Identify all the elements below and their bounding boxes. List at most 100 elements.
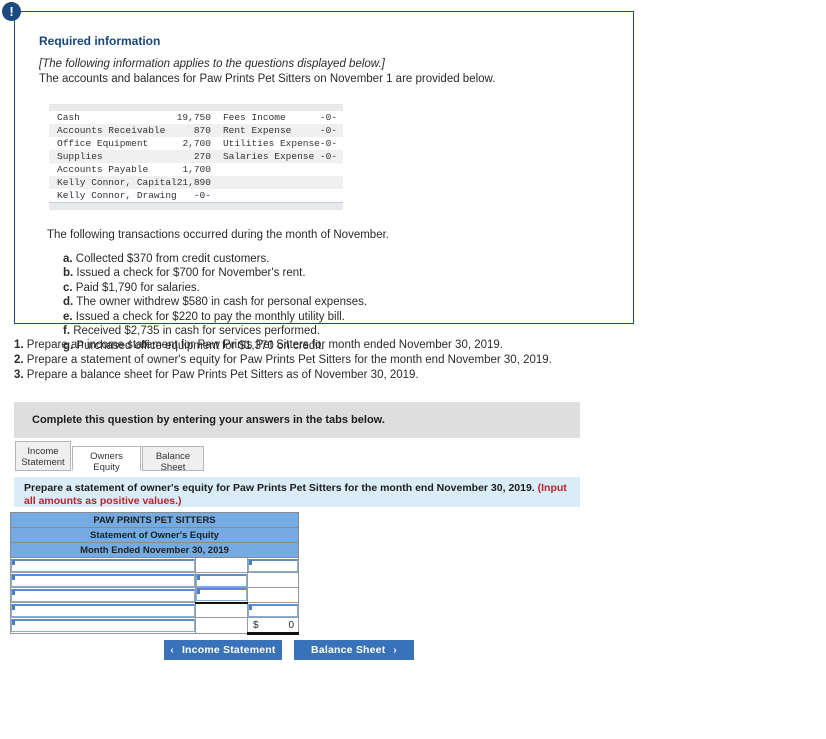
worksheet-title-period: Month Ended November 30, 2019 [10,542,299,558]
worksheet-middle-input[interactable] [196,573,247,587]
account-amount-right: -0- [319,150,343,163]
worksheet-label-input[interactable] [11,603,195,617]
transaction-item: d. The owner withdrew $580 in cash for p… [63,295,615,310]
worksheet-label-input[interactable] [11,619,195,632]
transaction-letter: a. [63,252,73,265]
worksheet-middle-cell [195,617,248,634]
requirement-number: 2. [14,354,24,366]
transaction-letter: e. [63,310,73,323]
account-name: Accounts Receivable [49,124,177,137]
required-information-panel: Required information [The following info… [14,11,634,352]
account-name-right [215,163,320,176]
requirement-number: 1. [14,339,24,351]
worksheet-amount-cell [247,572,299,588]
worksheet-title-statement: Statement of Owner's Equity [10,527,299,543]
transaction-text: Received $2,735 in cash for services per… [70,325,320,337]
requirement-text: Prepare an income statement for Paw Prin… [23,339,504,351]
account-amount: 870 [176,124,215,137]
worksheet-amount-cell [247,602,299,618]
transaction-text: Issued a check for $220 to pay the month… [72,310,345,323]
transactions-intro: The following transactions occurred duri… [47,228,389,241]
tab-owners-equity[interactable]: Owners Equity [72,446,141,473]
accounts-intro: The accounts and balances for Paw Prints… [39,73,496,85]
account-row: Kelly Connor, Drawing -0- [49,189,343,203]
account-row: Cash 19,750 Fees Income -0- [49,111,343,124]
prev-button-label: Income Statement [181,644,276,656]
account-row: Accounts Payable 1,700 [49,163,343,176]
worksheet-row [10,572,299,588]
tab-balance-sheet[interactable]: Balance Sheet [142,446,204,473]
complete-question-banner: Complete this question by entering your … [14,402,580,438]
transaction-item: c. Paid $1,790 for salaries. [63,281,615,296]
requirement-item: 3. Prepare a balance sheet for Paw Print… [14,368,552,383]
account-name-right: Utilities Expense [222,138,320,149]
next-button-label: Balance Sheet [311,644,386,656]
account-row: Kelly Connor, Capital 21,890 [49,176,343,189]
requirement-item: 2. Prepare a statement of owner's equity… [14,353,552,368]
account-amount-right: -0- [319,124,343,137]
transaction-item: f. Received $2,735 in cash for services … [63,324,615,339]
account-name-right: Rent Expense [214,124,320,137]
transaction-item: e. Issued a check for $220 to pay the mo… [63,310,615,325]
transaction-item: a. Collected $370 from credit customers. [63,252,615,267]
worksheet-label-cell [10,617,196,634]
worksheet-amount-input[interactable] [248,603,298,617]
worksheet-total-amount: $0 [248,618,298,632]
account-name-right [215,189,320,203]
account-amount: 19,750 [176,112,211,123]
worksheet-amount-cell: $0 [247,617,299,635]
account-amount-right: -0- [319,112,337,123]
worksheet-middle-cell [195,601,248,618]
transaction-text: Collected $370 from credit customers. [72,252,270,265]
total-value: 0 [288,619,294,631]
worksheet-label-cell [10,557,196,573]
panel-lead-text: [The following information applies to th… [39,57,615,87]
worksheet-row [10,587,299,603]
transaction-item: b. Issued a check for $700 for November'… [63,266,615,281]
answer-tabs[interactable]: Income Statement Owners Equity Balance She… [15,441,205,473]
account-name: Supplies [49,150,177,163]
account-amount-right [320,163,343,176]
transaction-letter: d. [63,296,74,308]
applies-note: [The following information applies to th… [39,58,385,70]
account-name: Cash [57,112,80,123]
account-amount: 21,890 [176,176,215,189]
worksheet-title-company: PAW PRINTS PET SITTERS [10,512,299,528]
account-row: Supplies 270 Salaries Expense -0- [49,150,343,163]
instruction-main: Prepare a statement of owner's equity fo… [24,482,538,494]
worksheet-label-input[interactable] [11,558,195,572]
banner-text: Complete this question by entering your … [32,414,385,426]
next-balance-sheet-button[interactable]: Balance Sheet › [294,640,414,660]
account-name: Accounts Payable [57,164,149,175]
requirement-item: 1. Prepare an income statement for Paw P… [14,338,552,353]
account-row: Accounts Receivable 870 Rent Expense -0- [49,124,343,137]
requirements-list: 1. Prepare an income statement for Paw P… [14,338,552,383]
worksheet-middle-cell [195,572,248,588]
tab-income-statement[interactable]: Income Statement [15,441,71,471]
transaction-letter: b. [63,267,74,279]
worksheet-label-input[interactable] [11,588,195,602]
chevron-right-icon: › [393,644,397,656]
account-name: Kelly Connor, Capital [49,176,177,189]
prev-income-statement-button[interactable]: ‹ Income Statement [164,640,282,660]
worksheet-header-statement: Statement of Owner's Equity [10,527,299,543]
account-amount: -0- [193,190,211,201]
worksheet-row [10,557,299,573]
worksheet-row: $0 [10,617,299,635]
worksheet-label-cell [10,572,196,588]
requirement-text: Prepare a statement of owner's equity fo… [23,354,552,366]
table-footer-rule [49,202,343,210]
worksheet-amount-input[interactable] [248,558,298,572]
worksheet-amount-cell [247,557,299,573]
requirement-number: 3. [14,369,24,381]
worksheet-label-cell [10,602,196,618]
worksheet-label-input[interactable] [11,573,195,587]
account-amount: 2,700 [182,138,211,149]
worksheet-header-period: Month Ended November 30, 2019 [10,542,299,558]
account-name-right: Fees Income [222,112,286,123]
transaction-letter: f. [63,325,71,337]
transaction-text: Paid $1,790 for salaries. [72,281,200,294]
transaction-text: The owner withdrew $580 in cash for pers… [73,296,368,308]
requirement-text: Prepare a balance sheet for Paw Prints P… [23,369,419,381]
worksheet-middle-input[interactable] [196,588,247,602]
